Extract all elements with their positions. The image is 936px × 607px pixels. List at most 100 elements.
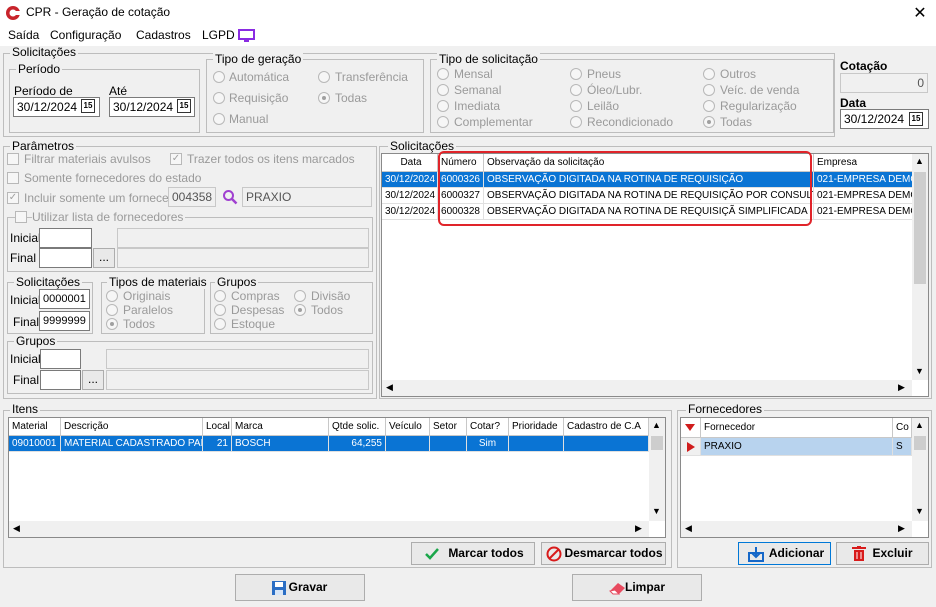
fornecedores-vscroll-thumb[interactable]: [914, 436, 926, 450]
scroll-left-icon[interactable]: ◀: [13, 523, 20, 534]
radio-automatica[interactable]: [213, 71, 225, 83]
lista-final-browse-button[interactable]: ...: [93, 248, 115, 268]
itens-col-header[interactable]: Marca: [232, 418, 329, 436]
itens-col-header[interactable]: Cotar?: [467, 418, 509, 436]
calendar-icon[interactable]: 15: [81, 99, 95, 113]
solicitacoes-vscroll[interactable]: ▲ ▼: [912, 154, 928, 380]
itens-cell[interactable]: 21: [203, 436, 232, 452]
radio-tipo-sol-7[interactable]: [570, 100, 582, 112]
radio-tipo-sol-1[interactable]: [570, 68, 582, 80]
itens-cell[interactable]: Sim: [467, 436, 509, 452]
radio-todas-geracao[interactable]: [318, 92, 330, 104]
itens-col-header[interactable]: Local: [203, 418, 232, 436]
itens-cell[interactable]: [386, 436, 430, 452]
radio-despesas[interactable]: [214, 304, 226, 316]
radio-tipo-sol-9[interactable]: [437, 116, 449, 128]
sol-inicial-input[interactable]: 0000001: [39, 289, 90, 309]
solicitacao-cell[interactable]: 30/12/2024: [382, 204, 438, 220]
scroll-right-icon[interactable]: ▶: [898, 382, 905, 393]
radio-tipo-sol-0[interactable]: [437, 68, 449, 80]
grupos-final-name[interactable]: [106, 370, 369, 390]
fornecedor-name-cell[interactable]: PRAXIO: [701, 438, 893, 456]
radio-todos-grupos[interactable]: [294, 304, 306, 316]
lista-inicial-name[interactable]: [117, 228, 369, 248]
col-fornecedor-header[interactable]: Fornecedor: [701, 418, 893, 438]
radio-tipo-sol-6[interactable]: [437, 100, 449, 112]
gravar-button[interactable]: Gravar: [235, 574, 365, 601]
cotacao-input[interactable]: 0: [840, 73, 928, 93]
scroll-left-icon[interactable]: ◀: [386, 382, 393, 393]
incluir-somente-checkbox[interactable]: ✓: [7, 192, 19, 204]
grupos-final-browse-button[interactable]: ...: [82, 370, 104, 390]
lista-final-code[interactable]: [39, 248, 92, 268]
fornecedor-name-input[interactable]: PRAXIO: [242, 187, 372, 207]
radio-requisicao[interactable]: [213, 92, 225, 104]
itens-col-header[interactable]: Veículo: [386, 418, 430, 436]
scroll-right-icon[interactable]: ▶: [635, 523, 642, 534]
trazer-todos-checkbox[interactable]: ✓: [170, 153, 182, 165]
sol-final-input[interactable]: 9999999: [39, 311, 90, 331]
menu-saida[interactable]: Saída: [8, 28, 39, 42]
itens-col-header[interactable]: Cadastro de C.A: [564, 418, 649, 436]
limpar-button[interactable]: Limpar: [572, 574, 702, 601]
solicitacoes-hscroll[interactable]: ◀ ▶: [382, 380, 912, 396]
radio-todos-materiais[interactable]: [106, 318, 118, 330]
lista-inicial-code[interactable]: [39, 228, 92, 248]
utilizar-lista-checkbox[interactable]: [15, 211, 27, 223]
scroll-up-icon[interactable]: ▲: [652, 420, 661, 430]
radio-compras[interactable]: [214, 290, 226, 302]
calendar-icon[interactable]: 15: [909, 112, 923, 126]
search-icon[interactable]: [222, 189, 238, 205]
radio-tipo-sol-2[interactable]: [703, 68, 715, 80]
filtrar-avulsos-checkbox[interactable]: [7, 153, 19, 165]
itens-cell[interactable]: [564, 436, 649, 452]
scroll-down-icon[interactable]: ▼: [915, 506, 924, 516]
itens-col-header[interactable]: Setor: [430, 418, 467, 436]
fornecedor-co-cell[interactable]: S: [893, 438, 912, 456]
itens-cell[interactable]: 09010001: [9, 436, 61, 452]
radio-tipo-sol-4[interactable]: [570, 84, 582, 96]
monitor-icon[interactable]: [238, 29, 255, 42]
menu-configuracao[interactable]: Configuração: [50, 28, 121, 42]
somente-estado-checkbox[interactable]: [7, 172, 19, 184]
scroll-up-icon[interactable]: ▲: [915, 420, 924, 430]
marcar-todos-button[interactable]: Marcar todos: [411, 542, 535, 565]
col-empresa-header[interactable]: Empresa: [814, 154, 914, 172]
itens-cell[interactable]: BOSCH: [232, 436, 329, 452]
fornecedores-hscroll[interactable]: ◀ ▶: [681, 521, 912, 537]
itens-hscroll[interactable]: ◀ ▶: [9, 521, 649, 537]
fornecedores-grid[interactable]: Fornecedor Co PRAXIO S ▲ ▼ ◀ ▶: [680, 417, 929, 538]
menu-lgpd[interactable]: LGPD: [202, 28, 235, 42]
radio-estoque[interactable]: [214, 318, 226, 330]
close-icon[interactable]: ✕: [910, 3, 930, 23]
grupos-final-code[interactable]: [40, 370, 81, 390]
col-co-header[interactable]: Co: [893, 418, 912, 438]
desmarcar-todos-button[interactable]: Desmarcar todos: [541, 542, 666, 565]
scroll-right-icon[interactable]: ▶: [898, 523, 905, 534]
radio-tipo-sol-10[interactable]: [570, 116, 582, 128]
itens-vscroll[interactable]: ▲ ▼: [649, 418, 665, 521]
sort-down-icon[interactable]: [685, 424, 695, 432]
solicitacao-cell[interactable]: 30/12/2024: [382, 172, 438, 188]
solicitacoes-vscroll-thumb[interactable]: [914, 172, 926, 284]
solicitacao-cell[interactable]: 021-EMPRESA DEMO: [814, 204, 914, 220]
row-pointer-cell[interactable]: [681, 438, 701, 456]
scroll-down-icon[interactable]: ▼: [915, 366, 924, 376]
itens-col-header[interactable]: Descrição: [61, 418, 203, 436]
itens-cell[interactable]: 64,255: [329, 436, 386, 452]
radio-manual[interactable]: [213, 113, 225, 125]
itens-col-header[interactable]: Prioridade: [509, 418, 564, 436]
grupos-inicial-code[interactable]: [40, 349, 81, 369]
itens-grid[interactable]: Material Descrição Local Marca Qtde solic. Ve…: [8, 417, 666, 538]
radio-paralelos[interactable]: [106, 304, 118, 316]
fornecedores-vscroll[interactable]: ▲ ▼: [912, 418, 928, 521]
scroll-left-icon[interactable]: ◀: [685, 523, 692, 534]
radio-tipo-sol-5[interactable]: [703, 84, 715, 96]
solicitacao-cell[interactable]: 30/12/2024: [382, 188, 438, 204]
solicitacao-cell[interactable]: 021-EMPRESA DEMO: [814, 188, 914, 204]
fornecedor-code-input[interactable]: 004358: [168, 187, 216, 207]
grupos-inicial-name[interactable]: [106, 349, 369, 369]
radio-transferencia[interactable]: [318, 71, 330, 83]
radio-tipo-sol-8[interactable]: [703, 100, 715, 112]
calendar-icon[interactable]: 15: [177, 99, 191, 113]
